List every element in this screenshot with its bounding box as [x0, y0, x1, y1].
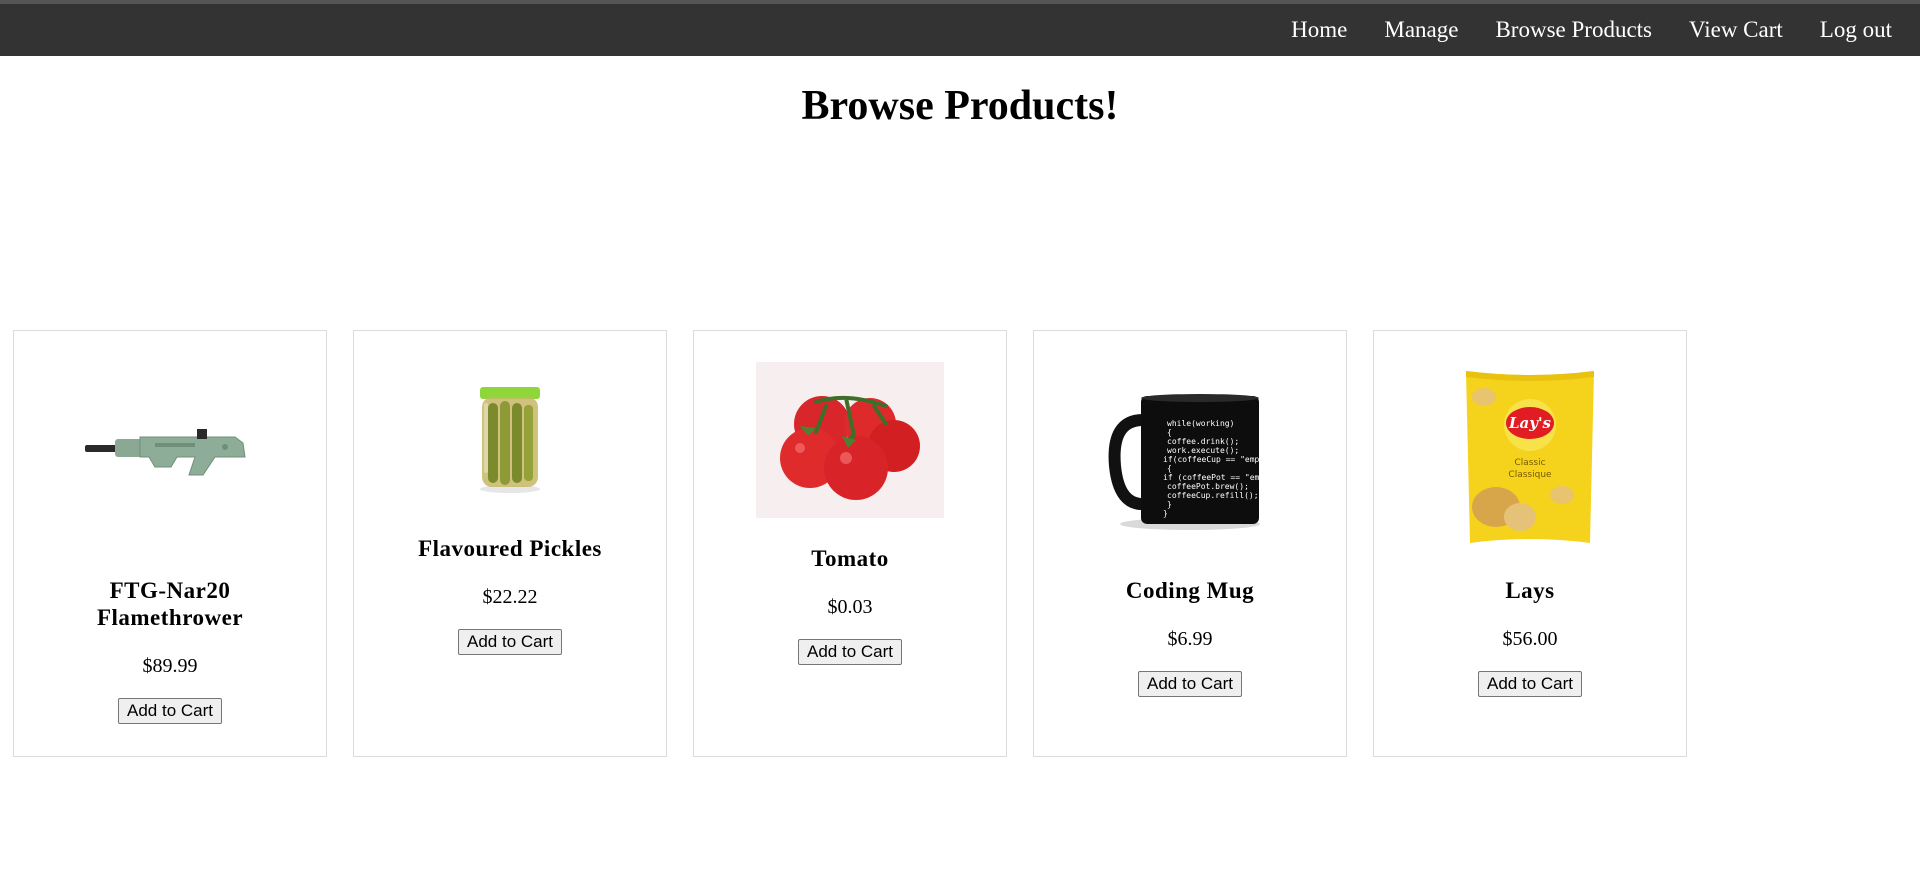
product-image-container [354, 385, 666, 500]
svg-text:coffeeCup.refill();: coffeeCup.refill(); [1167, 491, 1259, 500]
svg-text:if (coffeePot == "empty"): if (coffeePot == "empty") [1163, 473, 1275, 482]
product-info: Flavoured Pickles $22.22 Add to Cart [354, 535, 666, 655]
svg-text:coffeePot.brew();: coffeePot.brew(); [1167, 482, 1249, 491]
lays-logo-text: Lay's [1508, 414, 1552, 432]
product-grid: FTG-Nar20 Flamethrower $89.99 Add to Car… [13, 330, 1713, 757]
product-image-container [14, 427, 326, 492]
product-name: FTG-Nar20 Flamethrower [96, 578, 244, 630]
product-name: Tomato [811, 546, 889, 571]
product-info: Coding Mug $6.99 Add to Cart [1034, 577, 1346, 697]
flamethrower-image [85, 429, 246, 476]
product-price: $6.99 [1167, 628, 1213, 650]
product-price: $0.03 [827, 596, 873, 618]
svg-text:{: { [1167, 428, 1172, 437]
add-to-cart-button[interactable]: Add to Cart [1138, 671, 1242, 697]
product-name: Coding Mug [1125, 578, 1255, 603]
nav-home-link[interactable]: Home [1291, 17, 1347, 43]
nav-manage-link[interactable]: Manage [1384, 17, 1458, 43]
product-name: Lays [1505, 578, 1555, 603]
add-to-cart-button[interactable]: Add to Cart [118, 698, 222, 724]
svg-text:Classique: Classique [1508, 470, 1552, 480]
product-price: $56.00 [1502, 628, 1558, 650]
page-title: Browse Products! [801, 83, 1119, 129]
svg-text:if(coffeeCup == "empty"): if(coffeeCup == "empty") [1163, 455, 1275, 464]
product-info: FTG-Nar20 Flamethrower $89.99 Add to Car… [14, 577, 326, 724]
svg-text:}: } [1163, 509, 1168, 518]
nav-links: Home Manage Browse Products View Cart Lo… [1254, 4, 1892, 56]
svg-text:work.execute();: work.execute(); [1167, 446, 1239, 455]
add-to-cart-button[interactable]: Add to Cart [458, 629, 562, 655]
nav-view-cart-link[interactable]: View Cart [1689, 17, 1783, 43]
lays-chips-image: Lay's Classic Classique [1466, 371, 1594, 543]
product-name: Flavoured Pickles [418, 536, 602, 561]
product-info: Lays $56.00 Add to Cart [1374, 577, 1686, 697]
product-info: Tomato $0.03 Add to Cart [694, 545, 1006, 665]
product-price: $89.99 [142, 655, 198, 677]
product-image-container: Lay's Classic Classique [1374, 367, 1686, 552]
product-card: Tomato $0.03 Add to Cart [693, 330, 1007, 757]
product-price: $22.22 [482, 586, 538, 608]
product-card: Lay's Classic Classique Lays $56.00 Add … [1373, 330, 1687, 757]
tomato-image [756, 362, 944, 518]
nav-browse-products-link[interactable]: Browse Products [1495, 17, 1652, 43]
product-image-container [694, 362, 1006, 523]
product-card: while(working) { coffee.drink(); work.ex… [1033, 330, 1347, 757]
top-navbar: Home Manage Browse Products View Cart Lo… [0, 0, 1920, 56]
svg-text:while(working): while(working) [1167, 419, 1234, 428]
product-image-container: while(working) { coffee.drink(); work.ex… [1034, 386, 1346, 541]
add-to-cart-button[interactable]: Add to Cart [798, 639, 902, 665]
svg-text:}: } [1167, 500, 1172, 509]
svg-text:{: { [1167, 464, 1172, 473]
product-card: Flavoured Pickles $22.22 Add to Cart [353, 330, 667, 757]
coding-mug-image: while(working) { coffee.drink(); work.ex… [1108, 394, 1283, 530]
add-to-cart-button[interactable]: Add to Cart [1478, 671, 1582, 697]
svg-text:coffee.drink();: coffee.drink(); [1167, 437, 1239, 446]
svg-text:Classic: Classic [1514, 458, 1545, 468]
pickle-jar-image [480, 387, 540, 493]
product-card: FTG-Nar20 Flamethrower $89.99 Add to Car… [13, 330, 327, 757]
nav-log-out-link[interactable]: Log out [1820, 17, 1892, 43]
